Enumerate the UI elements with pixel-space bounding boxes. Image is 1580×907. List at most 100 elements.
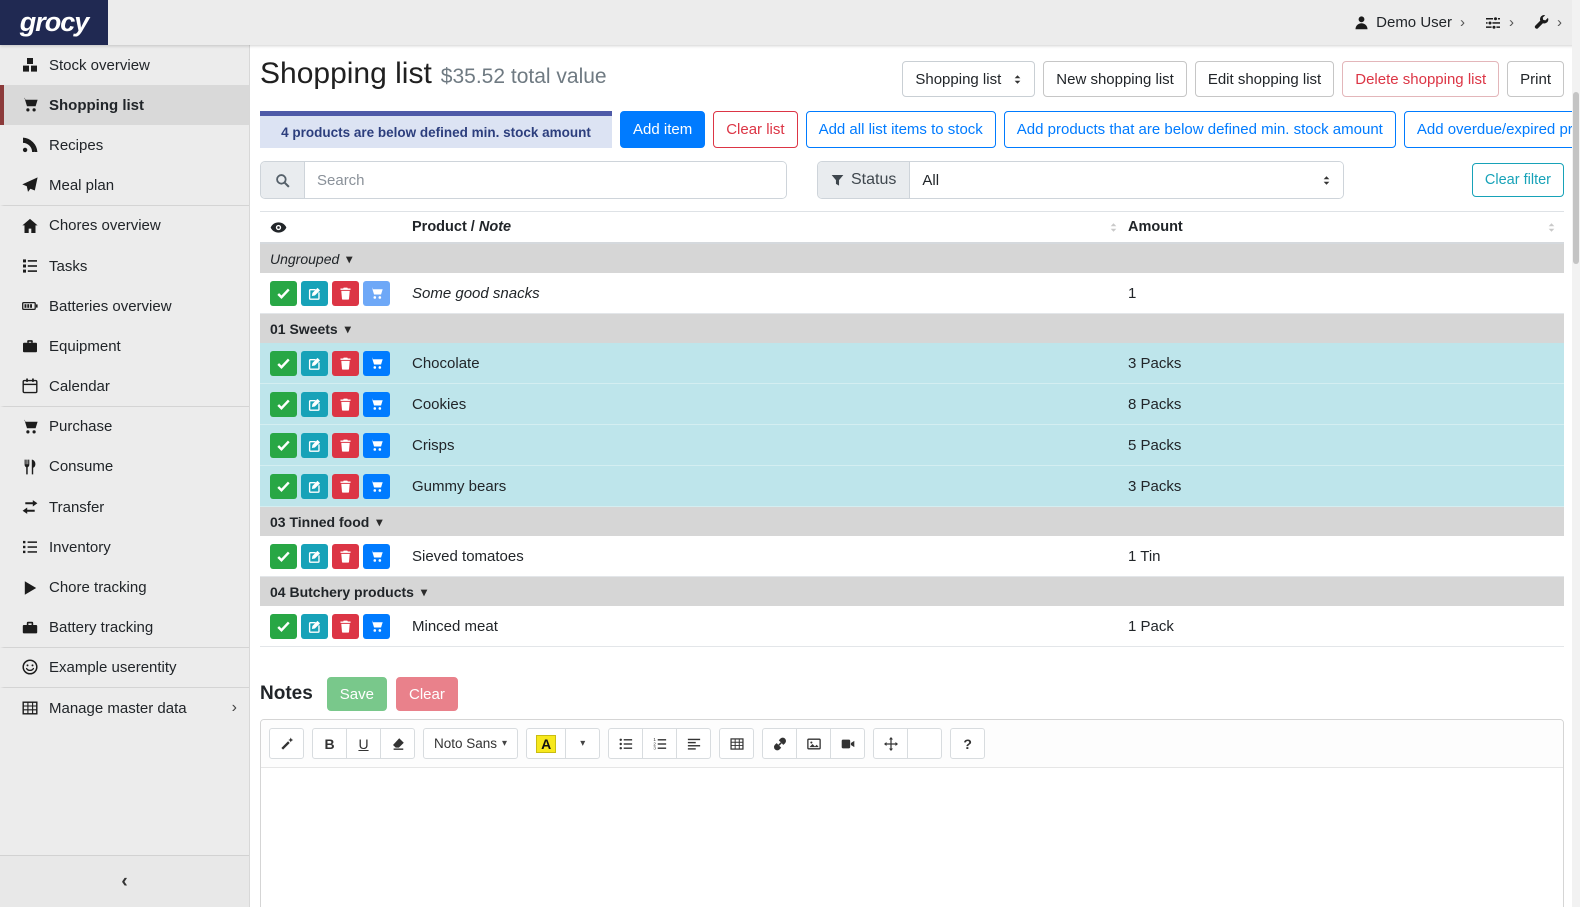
sidebar-collapse-button[interactable]: ‹	[0, 855, 249, 907]
insert-picture-button[interactable]	[796, 728, 831, 759]
amount-cell: 1 Pack	[1128, 618, 1564, 635]
edit-item-button[interactable]	[301, 281, 328, 306]
underline-button[interactable]: U	[346, 728, 381, 759]
edit-item-button[interactable]	[301, 433, 328, 458]
mark-done-button[interactable]	[270, 351, 297, 376]
paragraph-style-button[interactable]	[676, 728, 711, 759]
sidebar-item-battery-tracking[interactable]: Battery tracking	[0, 608, 249, 648]
sidebar-item-inventory[interactable]: Inventory	[0, 527, 249, 567]
mark-done-button[interactable]	[270, 474, 297, 499]
add-to-stock-button[interactable]	[363, 544, 390, 569]
unordered-list-button[interactable]	[608, 728, 643, 759]
clear-list-button[interactable]: Clear list	[713, 111, 797, 148]
scrollbar[interactable]	[1572, 0, 1580, 907]
sidebar-item-tasks[interactable]: Tasks	[0, 246, 249, 286]
notes-clear-button[interactable]: Clear	[396, 677, 458, 711]
sliders-icon	[1485, 15, 1501, 31]
magic-style-button[interactable]	[269, 728, 304, 759]
add-item-button[interactable]: Add item	[620, 111, 705, 148]
add-to-stock-button[interactable]	[363, 351, 390, 376]
edit-shopping-list-button[interactable]: Edit shopping list	[1195, 61, 1334, 97]
ordered-list-button[interactable]: 123	[642, 728, 677, 759]
font-family-button[interactable]: Noto Sans▾	[423, 728, 518, 759]
add-below-min-button[interactable]: Add products that are below defined min.…	[1004, 111, 1396, 148]
highlight-color-button[interactable]: A	[526, 728, 566, 759]
sidebar-item-batteries-overview[interactable]: Batteries overview	[0, 286, 249, 326]
add-all-to-stock-button[interactable]: Add all list items to stock	[806, 111, 996, 148]
add-to-stock-button[interactable]	[363, 392, 390, 417]
table-group-row[interactable]: 01 Sweets▾	[260, 314, 1564, 343]
clear-filter-button[interactable]: Clear filter	[1472, 163, 1564, 197]
add-to-stock-button[interactable]	[363, 433, 390, 458]
sidebar-item-manage-master-data[interactable]: Manage master data›	[0, 688, 249, 728]
mark-done-button[interactable]	[270, 544, 297, 569]
settings-menu[interactable]: ›	[1485, 14, 1514, 31]
insert-link-button[interactable]	[762, 728, 797, 759]
clear-format-button[interactable]	[380, 728, 415, 759]
add-to-stock-button[interactable]	[363, 281, 390, 306]
delete-item-button[interactable]	[332, 433, 359, 458]
sidebar-item-purchase[interactable]: Purchase	[0, 407, 249, 447]
group-name: 01 Sweets	[270, 321, 338, 337]
add-to-stock-button[interactable]	[363, 474, 390, 499]
delete-item-button[interactable]	[332, 392, 359, 417]
status-filter-select[interactable]: All	[910, 162, 1343, 198]
user-menu[interactable]: Demo User ›	[1354, 14, 1465, 31]
shopping-list-select[interactable]: Shopping list	[902, 61, 1035, 97]
delete-item-button[interactable]	[332, 351, 359, 376]
mark-done-button[interactable]	[270, 281, 297, 306]
bold-button[interactable]: B	[312, 728, 347, 759]
scrollbar-thumb[interactable]	[1573, 92, 1579, 264]
sort-icon[interactable]	[1545, 221, 1558, 234]
mark-done-button[interactable]	[270, 392, 297, 417]
delete-item-button[interactable]	[332, 544, 359, 569]
delete-item-button[interactable]	[332, 281, 359, 306]
table-group-row[interactable]: 03 Tinned food▾	[260, 507, 1564, 536]
insert-table-button[interactable]	[719, 728, 754, 759]
edit-pencil-icon	[308, 287, 321, 300]
code-view-button[interactable]	[907, 728, 942, 759]
sidebar-item-transfer[interactable]: Transfer	[0, 487, 249, 527]
mark-done-button[interactable]	[270, 433, 297, 458]
edit-item-button[interactable]	[301, 351, 328, 376]
sidebar-item-equipment[interactable]: Equipment	[0, 326, 249, 366]
search-input[interactable]	[305, 162, 786, 198]
fullscreen-button[interactable]	[873, 728, 908, 759]
sidebar-item-chore-tracking[interactable]: Chore tracking	[0, 567, 249, 607]
help-button[interactable]: ?	[950, 728, 985, 759]
sidebar-item-stock-overview[interactable]: Stock overview	[0, 45, 249, 85]
delete-item-button[interactable]	[332, 614, 359, 639]
product-column-header[interactable]: Product / Note	[412, 219, 511, 235]
add-to-stock-button[interactable]	[363, 614, 390, 639]
sidebar-item-meal-plan[interactable]: Meal plan	[0, 166, 249, 206]
edit-item-button[interactable]	[301, 392, 328, 417]
cart-icon	[17, 419, 42, 435]
delete-shopping-list-button[interactable]: Delete shopping list	[1342, 61, 1499, 97]
table-group-row[interactable]: 04 Butchery products▾	[260, 577, 1564, 606]
notes-editor: BU Noto Sans▾ A▾ 123?	[260, 719, 1564, 907]
sidebar-item-calendar[interactable]: Calendar	[0, 367, 249, 407]
table-group-row[interactable]: Ungrouped▾	[260, 244, 1564, 273]
sidebar-item-chores-overview[interactable]: Chores overview	[0, 206, 249, 246]
insert-video-button[interactable]	[830, 728, 865, 759]
edit-item-button[interactable]	[301, 544, 328, 569]
sidebar-item-example-userentity[interactable]: Example userentity	[0, 648, 249, 688]
sidebar-item-consume[interactable]: Consume	[0, 447, 249, 487]
sort-icon[interactable]	[1107, 221, 1120, 234]
add-overdue-button[interactable]: Add overdue/expired products	[1404, 111, 1580, 148]
sidebar-item-recipes[interactable]: Recipes	[0, 125, 249, 165]
highlight-color-caret-button[interactable]: ▾	[565, 728, 600, 759]
sidebar-item-shopping-list[interactable]: Shopping list	[0, 85, 249, 125]
notes-editor-content[interactable]	[261, 768, 1563, 907]
app-logo[interactable]: grocy	[0, 0, 108, 45]
amount-column-header[interactable]: Amount	[1128, 219, 1183, 235]
edit-item-button[interactable]	[301, 614, 328, 639]
notes-save-button[interactable]: Save	[327, 677, 387, 711]
edit-item-button[interactable]	[301, 474, 328, 499]
new-shopping-list-button[interactable]: New shopping list	[1043, 61, 1187, 97]
delete-item-button[interactable]	[332, 474, 359, 499]
admin-menu[interactable]: ›	[1534, 14, 1562, 31]
mark-done-button[interactable]	[270, 614, 297, 639]
print-button[interactable]: Print	[1507, 61, 1564, 97]
toolbox-icon	[17, 619, 42, 635]
